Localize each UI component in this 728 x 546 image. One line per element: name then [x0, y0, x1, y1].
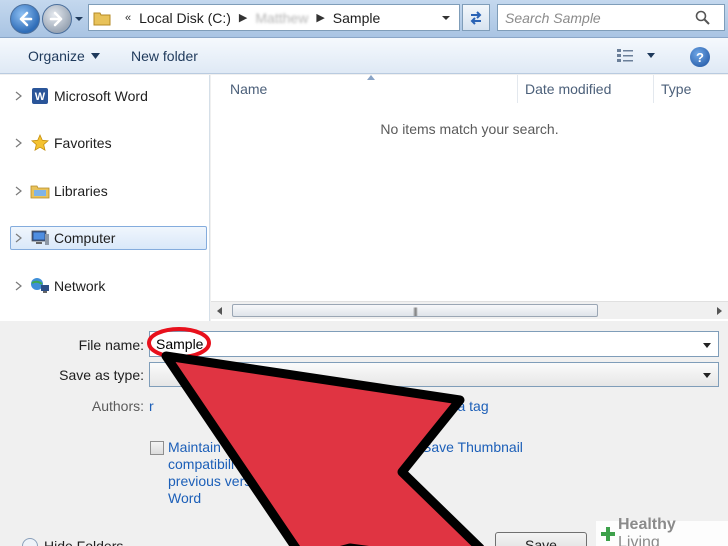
scroll-left-button[interactable]: [211, 302, 229, 319]
expand-arrow-icon[interactable]: [14, 233, 24, 243]
sort-ascending-icon: [367, 75, 375, 80]
refresh-button[interactable]: [462, 4, 490, 31]
search-input[interactable]: [505, 9, 695, 26]
column-header-name[interactable]: Name: [230, 81, 267, 97]
file-name-input[interactable]: [156, 336, 676, 352]
nav-item-network[interactable]: Network: [14, 274, 207, 298]
column-header-date-modified[interactable]: Date modified: [525, 81, 611, 97]
column-divider[interactable]: [517, 75, 518, 103]
save-button[interactable]: Save: [495, 532, 587, 546]
label-line: Maintain: [168, 439, 221, 455]
details-view-icon: [617, 49, 633, 62]
column-divider[interactable]: [653, 75, 654, 103]
hide-folders-toggle[interactable]: Hide Folders: [22, 538, 123, 546]
save-as-type-label: Save as type:: [59, 367, 144, 383]
path-dropdown-icon[interactable]: [441, 13, 451, 23]
add-tag-link[interactable]: dd a tag: [438, 398, 489, 414]
star-icon: [30, 133, 50, 153]
network-icon: [30, 276, 50, 296]
new-folder-label: New folder: [131, 48, 198, 64]
expand-arrow-icon[interactable]: [14, 138, 24, 148]
scroll-right-arrow-icon: [717, 306, 722, 315]
search-box[interactable]: [497, 4, 725, 31]
breadcrumb-separator-icon[interactable]: ▶: [239, 11, 247, 24]
nav-label: Favorites: [54, 135, 112, 151]
nav-label: Computer: [54, 230, 116, 246]
help-button[interactable]: ?: [690, 47, 710, 67]
expand-arrow-icon[interactable]: [14, 91, 24, 101]
libraries-icon: [30, 181, 50, 201]
search-icon[interactable]: [695, 10, 711, 26]
change-view-button[interactable]: [616, 47, 656, 65]
forward-button[interactable]: [42, 4, 72, 34]
chevron-down-icon: [90, 53, 100, 59]
breadcrumb-separator-icon[interactable]: ▶: [316, 11, 324, 24]
chevron-down-icon[interactable]: [702, 372, 712, 379]
scroll-left-arrow-icon: [217, 306, 222, 315]
scroll-right-button[interactable]: [710, 302, 728, 319]
file-name-field[interactable]: [149, 331, 719, 357]
navigation-pane: W Microsoft Word Favorites Libraries Com…: [0, 75, 210, 321]
nav-label: Microsoft Word: [54, 88, 148, 104]
label-line: Word: [168, 490, 202, 506]
new-folder-button[interactable]: New folder: [131, 48, 198, 64]
chevron-down-icon[interactable]: [636, 51, 656, 61]
grip-icon: |||: [412, 305, 418, 316]
nav-item-libraries[interactable]: Libraries: [14, 179, 207, 203]
arrow-left-icon: [19, 11, 33, 27]
horizontal-scrollbar[interactable]: |||: [211, 301, 728, 319]
back-button[interactable]: [10, 4, 40, 34]
save-as-type-select[interactable]: [149, 362, 719, 387]
computer-icon: [30, 228, 50, 248]
breadcrumb-overflow-icon[interactable]: «: [125, 12, 131, 24]
nav-item-computer[interactable]: Computer: [10, 226, 207, 250]
authors-value-link[interactable]: r: [149, 398, 154, 414]
file-list: Name Date modified Type No items match y…: [211, 75, 728, 321]
address-path-box[interactable]: « Local Disk (C:) ▶ Matthew ▶ Sample: [88, 4, 460, 31]
watermark-text: Healthy Living: [618, 516, 722, 546]
save-thumbnail-checkbox[interactable]: [404, 441, 418, 455]
word-icon: W: [30, 86, 50, 106]
svg-text:W: W: [35, 91, 46, 103]
authors-label: Authors:: [91, 398, 144, 414]
breadcrumb-item[interactable]: Sample: [333, 10, 380, 26]
refresh-icon: [470, 10, 482, 25]
organize-button[interactable]: Organize: [28, 48, 100, 64]
watermark: Healthy Living: [596, 516, 728, 546]
column-header-type[interactable]: Type: [661, 81, 691, 97]
chevron-down-icon[interactable]: [702, 342, 712, 349]
maintain-compatibility-checkbox[interactable]: [150, 441, 164, 455]
maintain-compatibility-label[interactable]: Maintain compatibili previous vers Word: [168, 439, 251, 507]
label-line: compatibili: [168, 456, 235, 472]
nav-item-microsoft-word[interactable]: W Microsoft Word: [14, 84, 207, 108]
file-name-label: File name:: [78, 337, 144, 353]
nav-label: Libraries: [54, 183, 108, 199]
recent-pages-dropdown-icon[interactable]: [74, 14, 84, 24]
save-thumbnail-label[interactable]: Save Thumbnail: [422, 439, 523, 456]
organize-label: Organize: [28, 48, 85, 64]
label-line: previous vers: [168, 473, 252, 489]
empty-list-message: No items match your search.: [380, 121, 559, 137]
watermark-brand-light: Living: [618, 533, 660, 546]
collapse-circle-icon: [22, 538, 38, 546]
address-bar: « Local Disk (C:) ▶ Matthew ▶ Sample: [0, 0, 728, 38]
arrow-right-icon: [49, 11, 63, 27]
breadcrumb-item[interactable]: Matthew: [255, 10, 308, 26]
scroll-thumb[interactable]: |||: [232, 304, 598, 317]
nav-item-favorites[interactable]: Favorites: [14, 131, 207, 155]
plus-icon: [601, 526, 615, 541]
breadcrumb-item[interactable]: Local Disk (C:): [139, 10, 231, 26]
nav-label: Network: [54, 278, 106, 294]
command-toolbar: Organize New folder ?: [0, 38, 728, 74]
hide-folders-label: Hide Folders: [44, 538, 124, 546]
folder-icon: [93, 12, 111, 25]
expand-arrow-icon[interactable]: [14, 186, 24, 196]
expand-arrow-icon[interactable]: [14, 281, 24, 291]
watermark-brand-bold: Healthy: [618, 515, 676, 533]
